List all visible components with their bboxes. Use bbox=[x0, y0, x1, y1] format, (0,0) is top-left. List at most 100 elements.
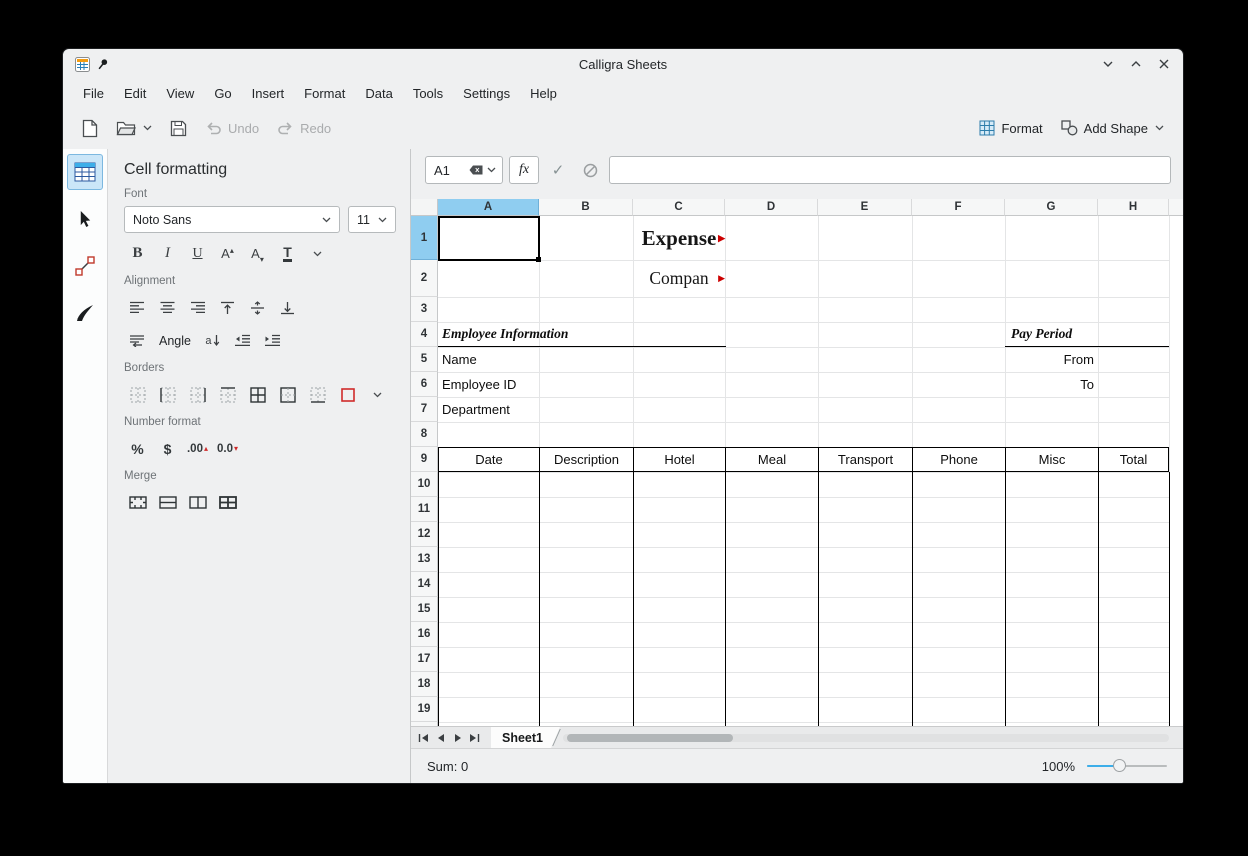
minimize-button[interactable] bbox=[1101, 57, 1115, 71]
previous-sheet-button[interactable] bbox=[432, 729, 449, 747]
column-header-c[interactable]: C bbox=[633, 199, 725, 216]
expense-header-description[interactable]: Description bbox=[539, 447, 633, 472]
cell-a7-department[interactable]: Department bbox=[438, 397, 558, 422]
cell-g6-to[interactable]: To bbox=[1005, 372, 1098, 397]
cell-g4-pay-period[interactable]: Pay Period bbox=[1005, 322, 1169, 347]
row-header-14[interactable]: 14 bbox=[411, 572, 438, 597]
open-document-button[interactable] bbox=[109, 115, 159, 141]
column-header-a[interactable]: A bbox=[438, 199, 539, 216]
row-header-20[interactable]: 20 bbox=[411, 722, 438, 726]
align-bottom-button[interactable] bbox=[274, 295, 301, 320]
menu-tools[interactable]: Tools bbox=[403, 82, 453, 105]
row-header-5[interactable]: 5 bbox=[411, 347, 438, 372]
row-header-4[interactable]: 4 bbox=[411, 322, 438, 347]
row-header-7[interactable]: 7 bbox=[411, 397, 438, 422]
expense-header-meal[interactable]: Meal bbox=[725, 447, 818, 472]
menu-settings[interactable]: Settings bbox=[453, 82, 520, 105]
align-middle-button[interactable] bbox=[244, 295, 271, 320]
font-size-select[interactable]: 11 bbox=[348, 206, 396, 233]
function-button[interactable]: fx bbox=[509, 156, 539, 184]
border-top-button[interactable] bbox=[214, 382, 241, 407]
new-document-button[interactable] bbox=[75, 114, 105, 143]
menu-format[interactable]: Format bbox=[294, 82, 355, 105]
close-button[interactable] bbox=[1157, 57, 1171, 71]
row-header-1[interactable]: 1 bbox=[411, 216, 438, 260]
align-center-button[interactable] bbox=[154, 295, 181, 320]
row-header-3[interactable]: 3 bbox=[411, 297, 438, 322]
expense-header-misc[interactable]: Misc bbox=[1005, 447, 1098, 472]
expense-header-hotel[interactable]: Hotel bbox=[633, 447, 725, 472]
add-shape-button[interactable]: Add Shape bbox=[1054, 115, 1171, 141]
cell-c2-report-subtitle[interactable]: Compan ▶ bbox=[633, 260, 725, 297]
font-color-dropdown[interactable] bbox=[304, 241, 331, 266]
format-button[interactable]: Format bbox=[972, 115, 1049, 141]
bold-button[interactable]: B bbox=[124, 241, 151, 266]
merge-horizontal-button[interactable] bbox=[154, 490, 181, 515]
formula-input[interactable] bbox=[609, 156, 1171, 184]
border-color-button[interactable] bbox=[334, 382, 361, 407]
row-header-16[interactable]: 16 bbox=[411, 622, 438, 647]
menu-file[interactable]: File bbox=[73, 82, 114, 105]
expense-header-date[interactable]: Date bbox=[438, 447, 539, 472]
next-sheet-button[interactable] bbox=[449, 729, 466, 747]
cell-c1-report-title[interactable]: Expense ▶ bbox=[633, 216, 725, 260]
select-all-corner[interactable] bbox=[411, 199, 438, 216]
border-bottom-button[interactable] bbox=[304, 382, 331, 407]
cancel-button[interactable] bbox=[577, 156, 603, 184]
selection-handle[interactable] bbox=[536, 257, 541, 262]
column-header-g[interactable]: G bbox=[1005, 199, 1098, 216]
row-header-6[interactable]: 6 bbox=[411, 372, 438, 397]
vertical-text-button[interactable]: a bbox=[199, 328, 226, 353]
menu-insert[interactable]: Insert bbox=[242, 82, 295, 105]
cell-tool-button[interactable] bbox=[67, 154, 103, 190]
indent-increase-button[interactable] bbox=[259, 328, 286, 353]
zoom-slider[interactable] bbox=[1087, 759, 1167, 773]
last-sheet-button[interactable] bbox=[466, 729, 483, 747]
menu-go[interactable]: Go bbox=[204, 82, 241, 105]
row-header-19[interactable]: 19 bbox=[411, 697, 438, 722]
row-header-12[interactable]: 12 bbox=[411, 522, 438, 547]
save-button[interactable] bbox=[163, 115, 194, 142]
cell-g5-from[interactable]: From bbox=[1005, 347, 1098, 372]
cell-a4-employee-information[interactable]: Employee Information bbox=[438, 322, 726, 347]
border-all-button[interactable] bbox=[244, 382, 271, 407]
border-none-button[interactable] bbox=[124, 382, 151, 407]
row-header-18[interactable]: 18 bbox=[411, 672, 438, 697]
align-right-button[interactable] bbox=[184, 295, 211, 320]
row-header-8[interactable]: 8 bbox=[411, 422, 438, 447]
row-header-15[interactable]: 15 bbox=[411, 597, 438, 622]
row-header-9[interactable]: 9 bbox=[411, 447, 438, 472]
horizontal-scrollbar-thumb[interactable] bbox=[567, 734, 733, 742]
redo-button[interactable]: Redo bbox=[270, 116, 338, 141]
expense-header-phone[interactable]: Phone bbox=[912, 447, 1005, 472]
cell-reference-box[interactable]: A1 bbox=[425, 156, 503, 184]
text-direction-button[interactable] bbox=[124, 328, 151, 353]
column-header-b[interactable]: B bbox=[539, 199, 633, 216]
border-outline-button[interactable] bbox=[274, 382, 301, 407]
calligraphy-tool-button[interactable] bbox=[67, 295, 103, 331]
expense-header-total[interactable]: Total bbox=[1098, 447, 1169, 472]
sheet-tab-sheet1[interactable]: Sheet1 bbox=[491, 727, 560, 748]
italic-button[interactable]: I bbox=[154, 241, 181, 266]
expense-header-transport[interactable]: Transport bbox=[818, 447, 912, 472]
angle-button[interactable]: Angle bbox=[154, 328, 196, 353]
menu-help[interactable]: Help bbox=[520, 82, 567, 105]
shape-select-tool-button[interactable] bbox=[67, 201, 103, 237]
first-sheet-button[interactable] bbox=[415, 729, 432, 747]
row-header-17[interactable]: 17 bbox=[411, 647, 438, 672]
merge-vertical-button[interactable] bbox=[184, 490, 211, 515]
spreadsheet-grid[interactable]: Expense ▶ Compan ▶ Employee Information … bbox=[411, 199, 1183, 726]
apply-button[interactable]: ✓ bbox=[545, 156, 571, 184]
subscript-button[interactable]: A▾ bbox=[244, 241, 271, 266]
border-left-button[interactable] bbox=[154, 382, 181, 407]
border-right-button[interactable] bbox=[184, 382, 211, 407]
increase-precision-button[interactable]: .00▴ bbox=[184, 436, 211, 461]
unmerge-cells-button[interactable] bbox=[214, 490, 241, 515]
row-header-11[interactable]: 11 bbox=[411, 497, 438, 522]
border-dropdown[interactable] bbox=[364, 382, 391, 407]
chevron-down-icon[interactable] bbox=[487, 167, 496, 173]
percent-format-button[interactable]: % bbox=[124, 436, 151, 461]
undo-button[interactable]: Undo bbox=[198, 116, 266, 141]
selected-cell[interactable] bbox=[438, 216, 540, 261]
font-family-select[interactable]: Noto Sans bbox=[124, 206, 340, 233]
